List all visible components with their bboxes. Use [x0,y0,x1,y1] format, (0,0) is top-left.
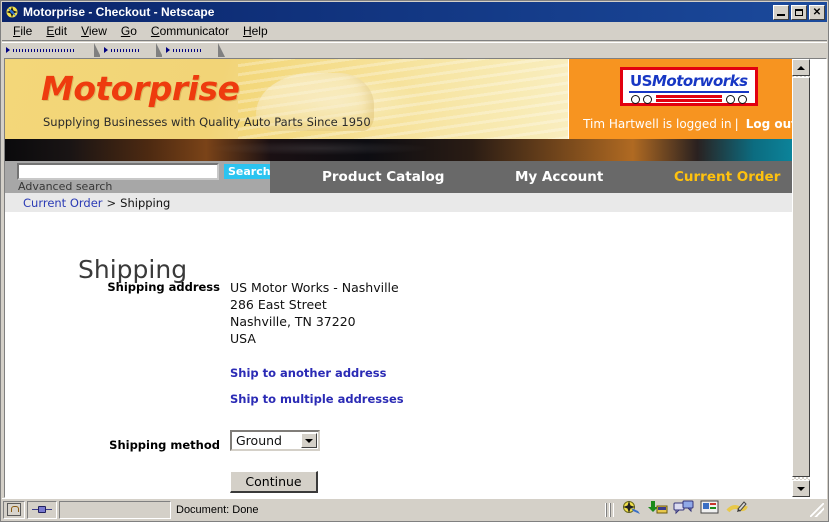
close-icon: ✕ [812,6,822,18]
toolbar-handle-personal[interactable] [162,43,225,57]
breadcrumb-current-page: Shipping [120,195,171,210]
search-button[interactable]: Search [224,164,275,179]
site-banner: Motorprise Supplying Businesses with Qua… [5,59,810,139]
expand-arrow-icon [104,47,108,53]
window-controls: ✕ [773,4,825,20]
menu-help[interactable]: Help [236,22,275,40]
customer-logo: USMotorworks [620,67,758,106]
grip-dots [173,48,201,52]
logout-link[interactable]: Log out [746,117,797,131]
toolbar-handle-navigation[interactable] [2,43,101,57]
menu-bar: File Edit View Go Communicator Help [2,22,827,41]
grip-dots [13,48,75,52]
menu-file[interactable]: File [6,22,39,40]
ship-to-another-address-link[interactable]: Ship to another address [230,366,386,380]
logo-wheel-icon [726,95,735,104]
logo-underline [629,91,749,93]
navigator-icon[interactable] [620,501,646,519]
component-bar-grip[interactable] [605,502,614,517]
lock-icon [7,503,21,516]
arrow-down-icon [797,486,805,491]
session-status: Tim Hartwell is logged in | Log out [569,109,810,139]
brand-banner: Motorprise Supplying Businesses with Qua… [5,59,568,139]
composer-icon[interactable] [726,501,748,519]
nav-item-my-account[interactable]: My Account [515,169,603,185]
personal-toolbar [2,42,827,57]
vertical-scrollbar[interactable] [792,59,810,497]
scroll-down-button[interactable] [792,480,810,497]
breadcrumb-separator: > [106,195,117,210]
inbox-icon[interactable] [646,501,672,519]
newsgroups-icon[interactable] [673,500,699,519]
netscape-browser-window: Motorprise - Checkout - Netscape ✕ File … [0,0,829,522]
address-line-4: USA [230,331,256,346]
customer-logo-text: USMotorworks [630,72,748,90]
logo-wheel-icon [738,95,747,104]
menu-view[interactable]: View [74,22,114,40]
search-and-navigation-row: Search Advanced search Product Catalog M… [5,161,810,193]
address-line-2: 286 East Street [230,297,327,312]
status-bar: Document: Done [2,498,827,520]
address-book-icon[interactable] [699,500,725,519]
menu-go[interactable]: Go [114,22,144,40]
shipping-method-select[interactable]: Ground [230,430,320,451]
toolbar-handle-location[interactable] [100,43,163,57]
ship-to-multiple-addresses-link[interactable]: Ship to multiple addresses [230,392,404,406]
menu-communicator[interactable]: Communicator [144,22,236,40]
title-bar: Motorprise - Checkout - Netscape ✕ [2,2,827,22]
expand-arrow-icon [166,47,170,53]
chevron-down-icon[interactable] [301,433,317,448]
expand-arrow-icon [6,47,10,53]
customer-panel: USMotorworks Tim Hartwell is logged in |… [568,59,810,139]
arrow-up-icon [797,65,805,70]
site-logo: Motorprise [41,69,240,108]
main-content: Shipping Shipping address US Motor Works… [5,212,810,497]
logo-wheel-icon [643,95,652,104]
search-area: Search Advanced search [5,161,275,193]
logged-in-text: Tim Hartwell is logged in [583,117,732,131]
advanced-search-link[interactable]: Advanced search [18,180,112,193]
status-text: Document: Done [176,503,259,516]
nav-item-current-order[interactable]: Current Order [674,169,780,185]
netscape-app-icon [4,4,20,20]
security-indicator[interactable] [3,500,25,519]
progress-bar [59,500,171,519]
breadcrumb: Current Order > Shipping [5,193,810,212]
minimize-button[interactable] [773,4,789,20]
browser-content-frame: Motorprise Supplying Businesses with Qua… [4,58,827,498]
scrollbar-thumb[interactable] [792,77,810,477]
window-title: Motorprise - Checkout - Netscape [23,5,215,19]
nav-item-product-catalog[interactable]: Product Catalog [322,169,444,185]
component-bar [616,499,810,520]
continue-button[interactable]: Continue [230,471,318,493]
shipping-method-label: Shipping method [109,438,220,452]
logo-stripes [656,95,722,104]
grip-dots [111,48,139,52]
shipping-address-label: Shipping address [107,280,220,294]
connection-indicator[interactable] [27,500,57,519]
web-page: Motorprise Supplying Businesses with Qua… [5,59,810,497]
plug-icon [32,505,52,514]
search-input[interactable] [17,163,219,180]
shipping-address-value: US Motor Works - Nashville 286 East Stre… [230,279,399,347]
breadcrumb-link-current-order[interactable]: Current Order [23,196,103,210]
customer-logo-prefix: US [630,72,652,90]
main-navigation: Product Catalog My Account Current Order [270,161,810,193]
close-button[interactable]: ✕ [809,4,825,20]
session-separator: | [734,117,739,131]
address-line-1: US Motor Works - Nashville [230,280,399,295]
customer-logo-suffix: Motorworks [651,72,748,90]
site-tagline: Supplying Businesses with Quality Auto P… [43,115,371,129]
address-line-3: Nashville, TN 37220 [230,314,356,329]
shipping-method-value: Ground [236,433,282,448]
menu-edit[interactable]: Edit [39,22,74,40]
resize-grip[interactable] [810,502,824,517]
logo-wheel-icon [631,95,640,104]
scroll-up-button[interactable] [792,59,810,76]
maximize-button[interactable] [791,4,807,20]
banner-photo-strip [5,139,810,161]
